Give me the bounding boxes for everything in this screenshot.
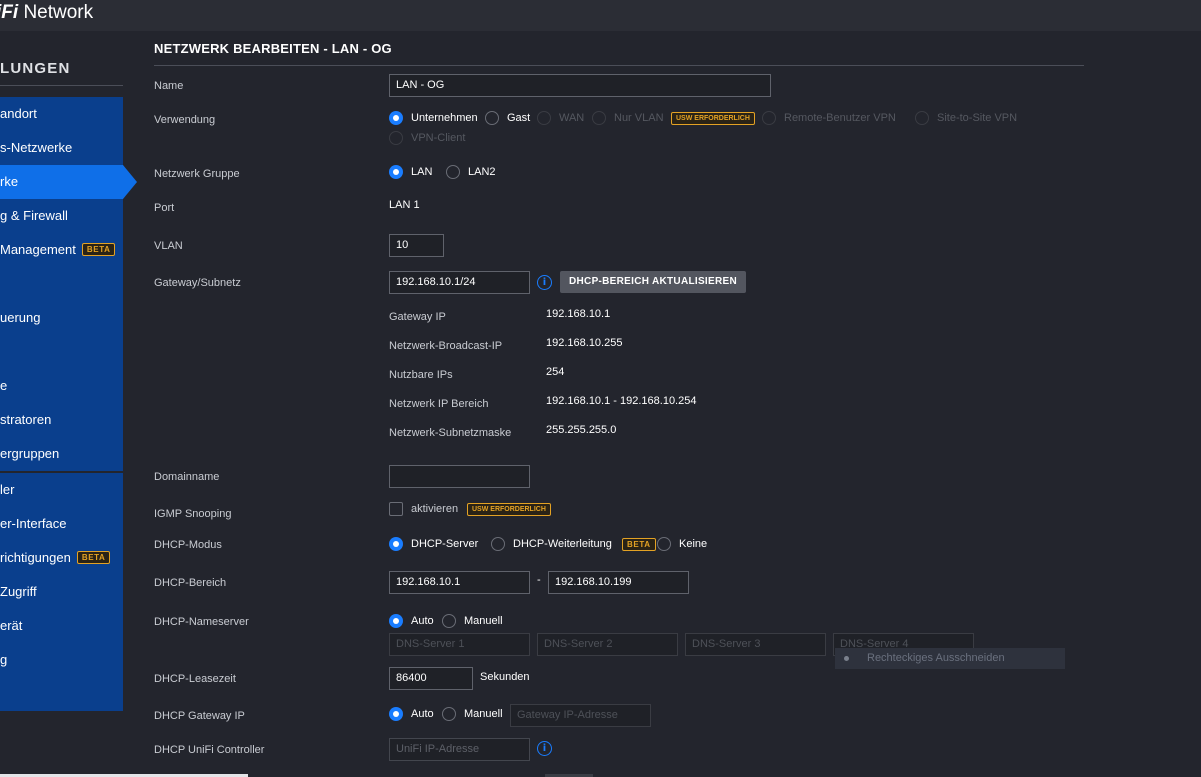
domain-input[interactable] (389, 465, 530, 488)
broadcast-ip-value: 192.168.10.255 (546, 337, 623, 349)
purpose-radio-wan (537, 111, 551, 125)
purpose-option-label: Nur VLAN (614, 112, 664, 124)
dhcp-range-label: DHCP-Bereich (154, 577, 227, 589)
tooltip-bullet-icon (844, 656, 849, 661)
purpose-radio-guest[interactable] (485, 111, 499, 125)
dhcp-range-start-input[interactable]: 192.168.10.1 (389, 571, 530, 594)
dhcp-gateway-radio-manual[interactable] (442, 707, 456, 721)
dhcp-mode-radio-server[interactable] (389, 537, 403, 551)
purpose-label: Verwendung (154, 114, 216, 126)
update-dhcp-range-button[interactable]: DHCP-BEREICH AKTUALISIEREN (560, 271, 746, 293)
purpose-option-label: Site-to-Site VPN (937, 112, 1018, 124)
igmp-checkbox[interactable] (389, 502, 403, 516)
title-divider (154, 65, 1084, 66)
purpose-option-label: Unternehmen (411, 112, 478, 124)
dhcp-mode-radio-none[interactable] (657, 537, 671, 551)
network-group-label: Netzwerk Gruppe (154, 168, 240, 180)
dhcp-lease-unit: Sekunden (480, 671, 530, 683)
igmp-label: IGMP Snooping (154, 508, 232, 520)
purpose-radio-site-vpn (915, 111, 929, 125)
dhcp-lease-label: DHCP-Leasezeit (154, 673, 236, 685)
ip-range-label: Netzwerk IP Bereich (389, 398, 489, 410)
nameserver-option-label: Manuell (464, 615, 503, 627)
name-label: Name (154, 80, 184, 92)
dns-server-1-input[interactable]: DNS-Server 1 (389, 633, 530, 656)
dhcp-mode-option-label: Keine (679, 538, 708, 550)
usw-required-badge: USW ERFORDERLICH (671, 112, 755, 125)
dhcp-mode-radio-relay[interactable] (491, 537, 505, 551)
dhcp-range-end-input[interactable]: 192.168.10.199 (548, 571, 689, 594)
dhcp-gateway-ip-input[interactable]: Gateway IP-Adresse (510, 704, 651, 727)
gateway-subnet-input[interactable]: 192.168.10.1/24 (389, 271, 530, 294)
gateway-ip-label: Gateway IP (389, 311, 446, 323)
purpose-option-label: Gast (507, 112, 531, 124)
dhcp-mode-label: DHCP-Modus (154, 539, 222, 551)
network-group-radio-lan[interactable] (389, 165, 403, 179)
ip-range-value: 192.168.10.1 - 192.168.10.254 (546, 395, 697, 407)
info-icon[interactable]: i (537, 275, 552, 290)
dhcp-controller-label: DHCP UniFi Controller (154, 744, 265, 756)
page-title: NETZWERK BEARBEITEN - LAN - OG (154, 41, 392, 56)
dhcp-gateway-radio-auto[interactable] (389, 707, 403, 721)
network-group-radio-lan2[interactable] (446, 165, 460, 179)
purpose-option-label: VPN-Client (411, 132, 466, 144)
network-group-option-label: LAN2 (468, 166, 496, 178)
dhcp-lease-input[interactable]: 86400 (389, 667, 473, 690)
dhcp-gateway-option-label: Auto (411, 708, 434, 720)
purpose-option-label: WAN (559, 112, 585, 124)
usw-required-badge: USW ERFORDERLICH (467, 503, 551, 516)
dhcp-gateway-option-label: Manuell (464, 708, 503, 720)
beta-badge: BETA (622, 538, 656, 551)
vlan-input[interactable]: 10 (389, 234, 444, 257)
purpose-radio-vlan-only (592, 111, 606, 125)
nameserver-option-label: Auto (411, 615, 434, 627)
subnet-mask-value: 255.255.255.0 (546, 424, 617, 436)
purpose-option-label: Remote-Benutzer VPN (784, 112, 896, 124)
purpose-radio-remote-vpn (762, 111, 776, 125)
usable-ips-value: 254 (546, 366, 565, 378)
dhcp-mode-option-label: DHCP-Weiterleitung (513, 538, 612, 550)
info-icon[interactable]: i (537, 741, 552, 756)
network-group-option-label: LAN (411, 166, 433, 178)
port-value: LAN 1 (389, 199, 420, 211)
dhcp-range-separator: - (537, 574, 541, 586)
gateway-subnet-label: Gateway/Subnetz (154, 277, 241, 289)
dns-server-3-input[interactable]: DNS-Server 3 (685, 633, 826, 656)
purpose-radio-vpn-client (389, 131, 403, 145)
nameserver-radio-manual[interactable] (442, 614, 456, 628)
dhcp-controller-input[interactable]: UniFi IP-Adresse (389, 738, 530, 761)
port-label: Port (154, 202, 175, 214)
dns-server-2-input[interactable]: DNS-Server 2 (537, 633, 678, 656)
snip-tooltip: Rechteckiges Ausschneiden (835, 648, 1065, 669)
name-input[interactable]: LAN - OG (389, 74, 771, 97)
subnet-mask-label: Netzwerk-Subnetzmaske (389, 427, 512, 439)
nameserver-radio-auto[interactable] (389, 614, 403, 628)
dhcp-mode-option-label: DHCP-Server (411, 538, 479, 550)
purpose-radio-corporate[interactable] (389, 111, 403, 125)
vlan-label: VLAN (154, 240, 183, 252)
domain-label: Domainname (154, 471, 220, 483)
dhcp-nameserver-label: DHCP-Nameserver (154, 616, 249, 628)
broadcast-ip-label: Netzwerk-Broadcast-IP (389, 340, 503, 352)
usable-ips-label: Nutzbare IPs (389, 369, 453, 381)
dhcp-gateway-label: DHCP Gateway IP (154, 710, 245, 722)
igmp-checkbox-label: aktivieren (411, 503, 459, 515)
gateway-ip-value: 192.168.10.1 (546, 308, 611, 320)
